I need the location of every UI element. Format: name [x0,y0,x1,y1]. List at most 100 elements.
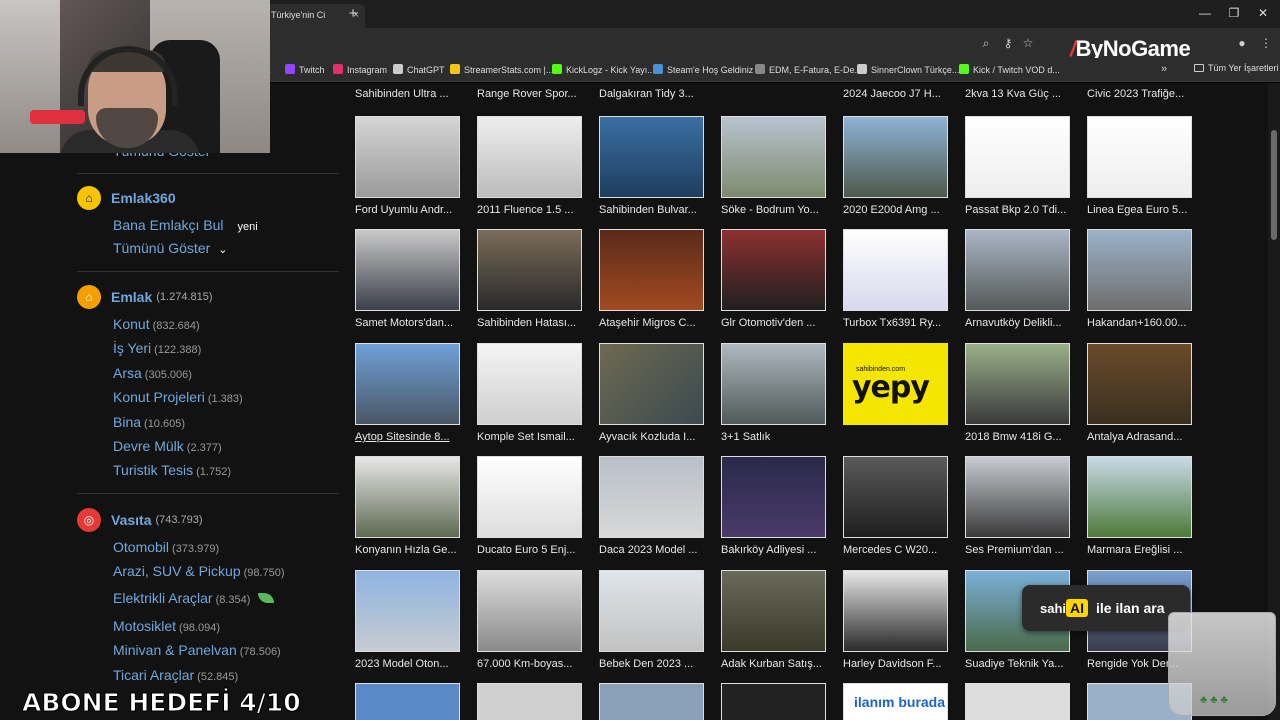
listing-thumbnail[interactable] [965,229,1070,311]
listing-title[interactable]: Sahibinden Hatası... [477,317,587,329]
key-icon[interactable]: ⚷ [1000,36,1016,50]
sidebar-link-emlak-5[interactable]: Devre Mülk (2.377) [113,438,222,454]
listing-title[interactable]: Ford Uyumlu Andr... [355,204,465,216]
listing-caption[interactable]: Sahibinden Ultra ... [355,88,465,100]
listing-card[interactable]: Glr Otomotiv'den ... [721,229,826,329]
listing-thumbnail[interactable] [599,343,704,425]
listing-title[interactable]: Bakırköy Adliyesi ... [721,544,831,556]
listing-thumbnail[interactable] [477,570,582,652]
sidebar-link-vasita-3[interactable]: Motosiklet (98.094) [113,618,220,634]
listing-card[interactable]: Ayvacık Kozluda I... [599,343,704,443]
listing-thumbnail[interactable] [1087,343,1192,425]
sidebar-link-vasita-1[interactable]: Arazi, SUV & Pickup (98.750) [113,563,285,579]
listing-title[interactable]: Daca 2023 Model ... [599,544,709,556]
all-bookmarks[interactable]: Tüm Yer İşaretleri [1194,63,1279,73]
listing-title[interactable]: 2020 E200d Amg ... [843,204,953,216]
listing-caption[interactable]: Dalgakıran Tidy 3... [599,88,709,100]
sidebar-link-emlak360-show-all[interactable]: Tümünü Göster ⌄ [113,240,227,256]
bookmark-item[interactable]: EDM, E-Fatura, E-De... [755,63,862,77]
listing-thumbnail[interactable]: ilanım burada [843,683,948,720]
listing-card[interactable]: Aytop Sitesinde 8... [355,343,460,443]
minimize-button[interactable]: — [1195,6,1215,20]
listing-card[interactable]: Söke - Bodrum Yo... [721,116,826,216]
listing-card[interactable]: Harley Davidson F... [843,570,948,670]
maximize-button[interactable]: ❐ [1224,6,1244,20]
listing-caption[interactable]: Range Rover Spor... [477,88,587,100]
listing-thumbnail[interactable] [1087,456,1192,538]
listing-title[interactable]: Ayvacık Kozluda I... [599,431,709,443]
sidebar-link-vasita-4[interactable]: Minivan & Panelvan (78.506) [113,642,281,658]
listing-title[interactable]: Aytop Sitesinde 8... [355,431,465,443]
listing-title[interactable]: Ses Premium'dan ... [965,544,1075,556]
listing-title[interactable]: Ducato Euro 5 Enj... [477,544,587,556]
listing-thumbnail[interactable] [965,456,1070,538]
listing-thumbnail[interactable] [355,456,460,538]
listing-card[interactable]: Komple Set Ismail... [477,343,582,443]
listing-title[interactable]: 2011 Fluence 1.5 ... [477,204,587,216]
listing-thumbnail[interactable] [965,343,1070,425]
listing-caption[interactable]: 2024 Jaecoo J7 H... [843,88,953,100]
listing-thumbnail[interactable] [721,229,826,311]
listing-title[interactable]: Sahibinden Bulvar... [599,204,709,216]
category-vasita[interactable]: ◎ Vasıta (743.793) [77,508,203,532]
listing-card[interactable]: 2020 E200d Amg ... [843,116,948,216]
listing-card[interactable]: sahibinden.com yepy [843,343,948,431]
listing-thumbnail[interactable] [1087,229,1192,311]
sidebar-link-vasita-5[interactable]: Ticari Araçlar (52.845) [113,667,238,683]
listing-thumbnail[interactable] [477,116,582,198]
sidebar-link-emlakci-bul[interactable]: Bana Emlakçı Bul yeni [113,217,258,233]
listing-thumbnail[interactable] [477,456,582,538]
listing-title[interactable]: Passat Bkp 2.0 Tdi... [965,204,1075,216]
listing-card[interactable]: Hakandan+160.00... [1087,229,1192,329]
listing-card[interactable]: Sahibinden Bulvar... [599,116,704,216]
listing-card[interactable]: Ducato Euro 5 Enj... [477,456,582,556]
listing-title[interactable]: Hakandan+160.00... [1087,317,1197,329]
listing-thumbnail[interactable] [355,570,460,652]
listing-thumbnail[interactable] [965,683,1070,720]
listing-card[interactable]: 2023 Model Oton... [355,570,460,670]
listing-card[interactable]: Daca 2023 Model ... [599,456,704,556]
listing-title[interactable]: Konyanın Hızla Ge... [355,544,465,556]
bookmark-item[interactable]: StreamerStats.com |... [450,63,553,77]
bookmark-item[interactable]: Instagram [333,63,387,77]
listing-thumbnail[interactable] [599,456,704,538]
listing-title[interactable]: 3+1 Satlık [721,431,831,443]
listing-card[interactable]: Linea Egea Euro 5... [1087,116,1192,216]
profile-icon[interactable]: ● [1234,36,1250,50]
listing-title[interactable]: Suadiye Teknik Ya... [965,658,1075,670]
bookmark-item[interactable]: KickLogz - Kick Yayı... [552,63,655,77]
category-emlak[interactable]: ⌂ Emlak (1.274.815) [77,285,213,309]
listing-thumbnail[interactable] [355,116,460,198]
zoom-icon[interactable]: ⌕ [978,36,994,51]
listing-card[interactable]: Mercedes C W20... [843,456,948,556]
listing-thumbnail[interactable] [599,229,704,311]
listing-thumbnail[interactable] [721,456,826,538]
listing-title[interactable]: Harley Davidson F... [843,658,953,670]
listing-title[interactable]: Söke - Bodrum Yo... [721,204,831,216]
listing-thumbnail[interactable] [965,116,1070,198]
listing-card[interactable]: 2011 Fluence 1.5 ... [477,116,582,216]
ai-search-button[interactable]: sahi AI ile ilan ara [1022,585,1190,631]
listing-thumbnail[interactable] [599,683,704,720]
listing-thumbnail[interactable] [843,229,948,311]
listing-thumbnail[interactable] [477,683,582,720]
listing-thumbnail[interactable] [599,116,704,198]
listing-card[interactable]: Ses Premium'dan ... [965,456,1070,556]
listing-card[interactable]: 2018 Bmw 418i G... [965,343,1070,443]
bookmark-item[interactable]: Twitch [285,63,325,77]
listing-thumbnail[interactable] [477,229,582,311]
sidebar-link-emlak-0[interactable]: Konut (832.684) [113,316,200,332]
listing-thumbnail[interactable] [355,683,460,720]
listing-card[interactable]: Bebek Den 2023 ... [599,570,704,670]
listing-card[interactable]: Turbox Tx6391 Ry... [843,229,948,329]
listing-title[interactable]: Marmara Ereğlisi ... [1087,544,1197,556]
listing-caption[interactable]: 2kva 13 Kva Güç ... [965,88,1075,100]
listing-card[interactable]: Antalya Adrasand... [1087,343,1192,443]
bookmark-item[interactable]: Steam'e Hoş Geldiniz [653,63,753,77]
listing-thumbnail[interactable] [355,229,460,311]
listing-title[interactable]: 2018 Bmw 418i G... [965,431,1075,443]
listing-card[interactable]: Samet Motors'dan... [355,229,460,329]
listing-title[interactable]: Mercedes C W20... [843,544,953,556]
bookmark-item[interactable]: SinnerClown Türkçe... [857,63,959,77]
bookmark-item[interactable]: ChatGPT [393,63,445,77]
